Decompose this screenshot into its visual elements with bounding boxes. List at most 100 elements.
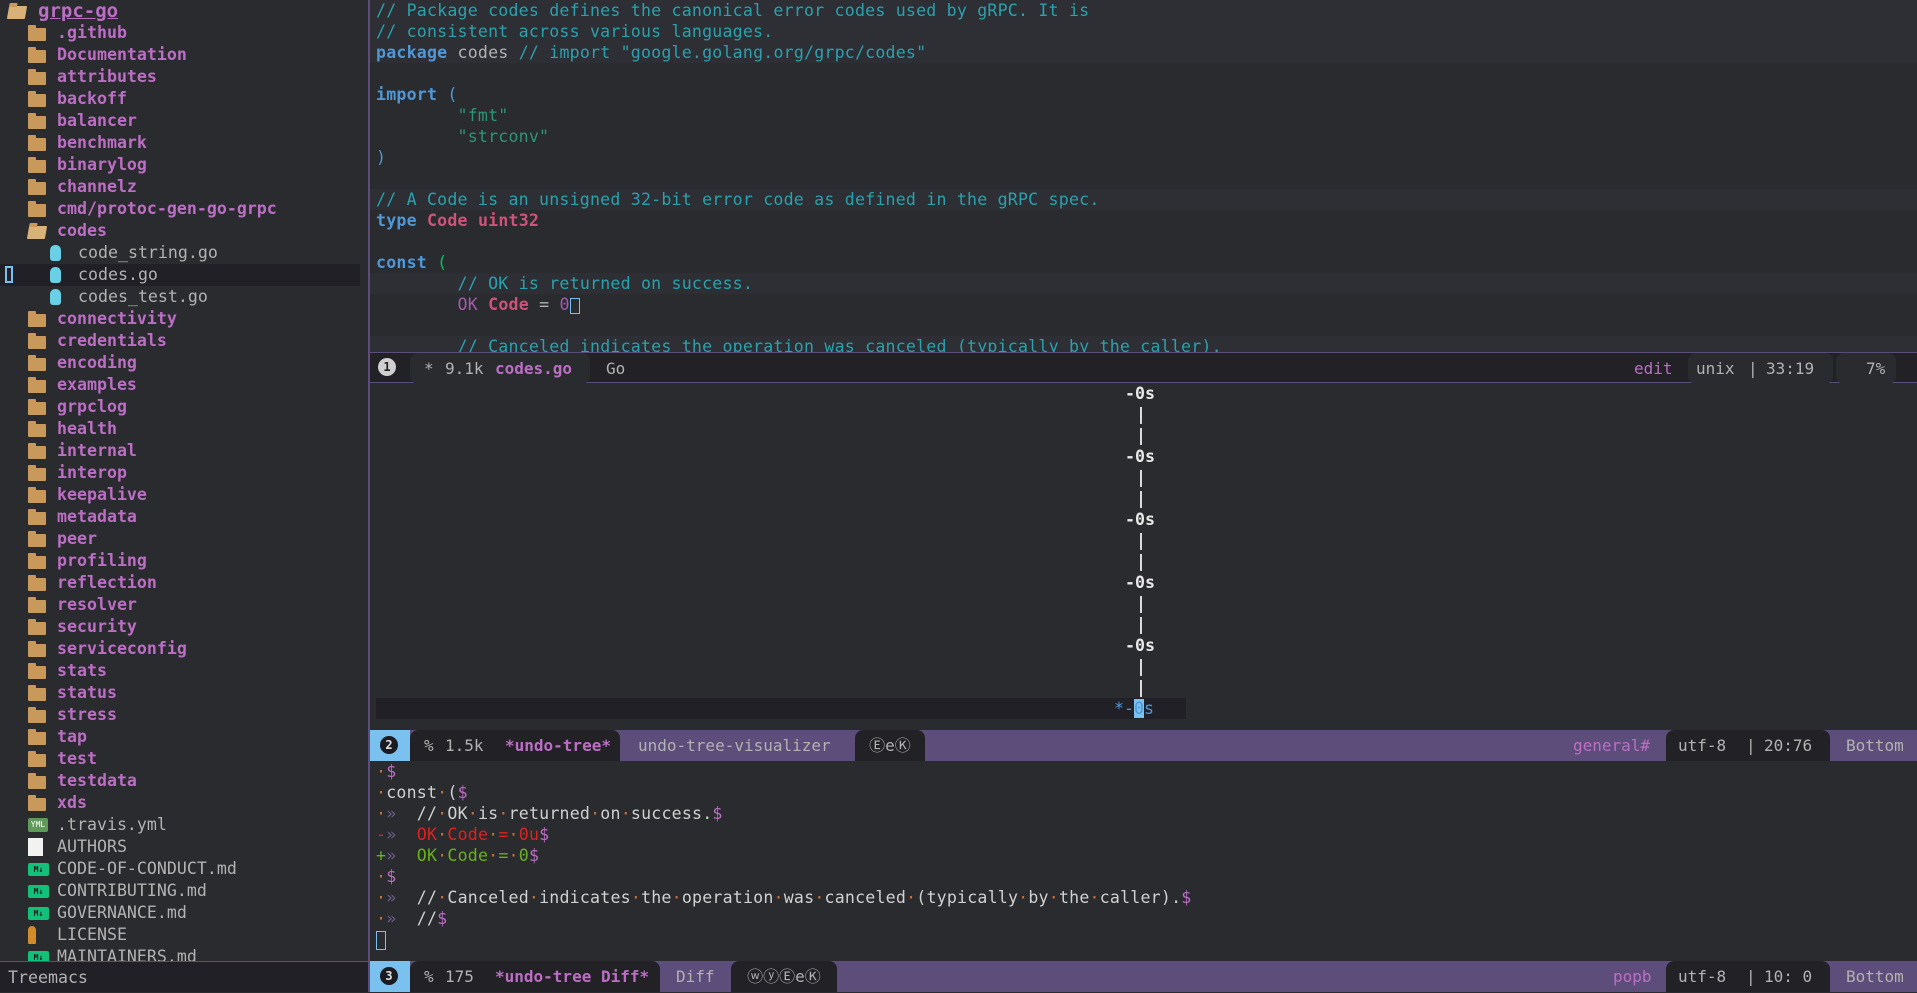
tree-folder[interactable]: keepalive [0, 484, 360, 506]
tree-folder[interactable]: tap [0, 726, 360, 748]
tree-file[interactable]: M↓ CONTRIBUTING.md [0, 880, 360, 902]
diff-token: success. [630, 804, 713, 823]
buffer-name[interactable]: *undo-tree Diff* [495, 961, 649, 992]
minor-modes[interactable]: ⒺeⓀ [855, 730, 925, 761]
undo-tree-node[interactable]: -0s [1125, 509, 1155, 530]
code-line: package codes // import "google.golang.o… [370, 42, 1917, 63]
tree-folder[interactable]: profiling [0, 550, 360, 572]
tree-file[interactable]: M↓ GOVERNANCE.md [0, 902, 360, 924]
undo-tree-diff-window[interactable]: ·$ ·const·($ ·» //·OK·is·returned·on·succe… [370, 761, 1917, 961]
tree-folder[interactable]: encoding [0, 352, 360, 374]
undo-tree-node[interactable]: -0s [1125, 635, 1155, 656]
diff-token: $ [712, 804, 723, 823]
tree-folder[interactable]: metadata [0, 506, 360, 528]
diff-line: ·$ [370, 761, 1917, 782]
buffer-segment: * 9.1k codes.go [410, 353, 590, 384]
code-editor-window[interactable]: // Package codes defines the canonical e… [370, 0, 1917, 352]
tree-item-label: profiling [57, 551, 147, 570]
tree-folder[interactable]: channelz [0, 176, 360, 198]
diff-line: ·const·($ [370, 782, 1917, 803]
tree-folder[interactable]: codes [0, 220, 360, 242]
major-mode[interactable]: Diff [676, 961, 715, 992]
current-node-suffix: s [1143, 699, 1154, 718]
tree-folder[interactable]: credentials [0, 330, 360, 352]
tree-folder[interactable]: grpclog [0, 396, 360, 418]
code-line: ) [370, 147, 1917, 168]
tree-folder[interactable]: resolver [0, 594, 360, 616]
diff-token: $ [457, 783, 468, 802]
tree-folder[interactable]: benchmark [0, 132, 360, 154]
undo-tree-node[interactable]: -0s [1125, 446, 1155, 467]
tree-file[interactable]: code_string.go [0, 242, 360, 264]
tree-file[interactable]: LICENSE [0, 924, 360, 946]
undo-tree-node[interactable]: -0s [1125, 383, 1155, 404]
diff-token: = [498, 846, 509, 865]
tree-folder[interactable]: stats [0, 660, 360, 682]
tree-folder[interactable]: attributes [0, 66, 360, 88]
tree-folder[interactable]: internal [0, 440, 360, 462]
window-number-badge[interactable]: 1 [378, 358, 396, 376]
tree-folder[interactable]: Documentation [0, 44, 360, 66]
diff-token: · [630, 888, 642, 907]
folder-icon [28, 47, 46, 63]
code-token: = [528, 295, 560, 314]
tree-folder[interactable]: test [0, 748, 360, 770]
go-gopher-icon [50, 245, 61, 261]
tree-folder[interactable]: .github [0, 22, 360, 44]
tree-file[interactable]: codes.go [0, 264, 360, 286]
diff-line: -» OK·Code·=·0u$ [370, 824, 1917, 845]
tree-folder[interactable]: backoff [0, 88, 360, 110]
tree-file[interactable]: M↓ CODE-OF-CONDUCT.md [0, 858, 360, 880]
folder-icon [28, 509, 46, 525]
tree-item-label: codes.go [78, 265, 158, 284]
tree-folder[interactable]: cmd/protoc-gen-go-grpc [0, 198, 360, 220]
tree-folder[interactable]: stress [0, 704, 360, 726]
tree-folder[interactable]: balancer [0, 110, 360, 132]
tree-folder[interactable]: status [0, 682, 360, 704]
tree-folder[interactable]: testdata [0, 770, 360, 792]
buffer-name[interactable]: *undo-tree* [505, 730, 611, 761]
buffer-name[interactable]: codes.go [495, 353, 572, 384]
text-cursor[interactable] [376, 931, 386, 950]
project-root[interactable]: grpc-go [0, 0, 360, 22]
window-number-badge[interactable]: 2 [380, 736, 398, 754]
tree-folder[interactable]: examples [0, 374, 360, 396]
tree-folder[interactable]: peer [0, 528, 360, 550]
undo-tree-window[interactable]: -0s | | -0s | | -0s | | -0s | | -0s | | *-0s [370, 383, 1917, 730]
diff-token: · [488, 825, 499, 844]
tree-item-label: codes_test.go [78, 287, 208, 306]
tree-file[interactable]: YML .travis.yml [0, 814, 360, 836]
tree-folder[interactable]: connectivity [0, 308, 360, 330]
diff-token: · [620, 804, 631, 823]
tree-file[interactable]: AUTHORS [0, 836, 360, 858]
tree-item-label: grpclog [57, 397, 127, 416]
tree-file[interactable]: M↓ MAINTAINERS.md [0, 946, 360, 961]
diff-token: was [783, 888, 815, 907]
undo-tree-node[interactable]: -0s [1125, 572, 1155, 593]
tree-folder[interactable]: reflection [0, 572, 360, 594]
minor-modes[interactable]: ⓦⓨⒺeⓀ [731, 961, 837, 992]
tree-file[interactable]: codes_test.go [0, 286, 360, 308]
tree-folder[interactable]: interop [0, 462, 360, 484]
folder-icon [28, 685, 46, 701]
tree-folder[interactable]: binarylog [0, 154, 360, 176]
tree-folder[interactable]: serviceconfig [0, 638, 360, 660]
diff-token: · [437, 804, 448, 823]
tree-folder[interactable]: xds [0, 792, 360, 814]
diff-token: · [508, 846, 519, 865]
undo-tree-current-node[interactable]: *-0s [1114, 698, 1154, 719]
diff-token: » [386, 804, 417, 823]
major-mode[interactable]: Go [606, 353, 625, 384]
yaml-icon: YML [28, 818, 48, 832]
tree-folder[interactable]: security [0, 616, 360, 638]
window-number-badge[interactable]: 3 [380, 967, 398, 985]
major-mode[interactable]: undo-tree-visualizer [638, 730, 831, 761]
tree-item-label: security [57, 617, 137, 636]
folder-icon [28, 355, 46, 371]
tree-folder[interactable]: health [0, 418, 360, 440]
diff-token: 0 [518, 846, 529, 865]
tree-item-label: binarylog [57, 155, 147, 174]
